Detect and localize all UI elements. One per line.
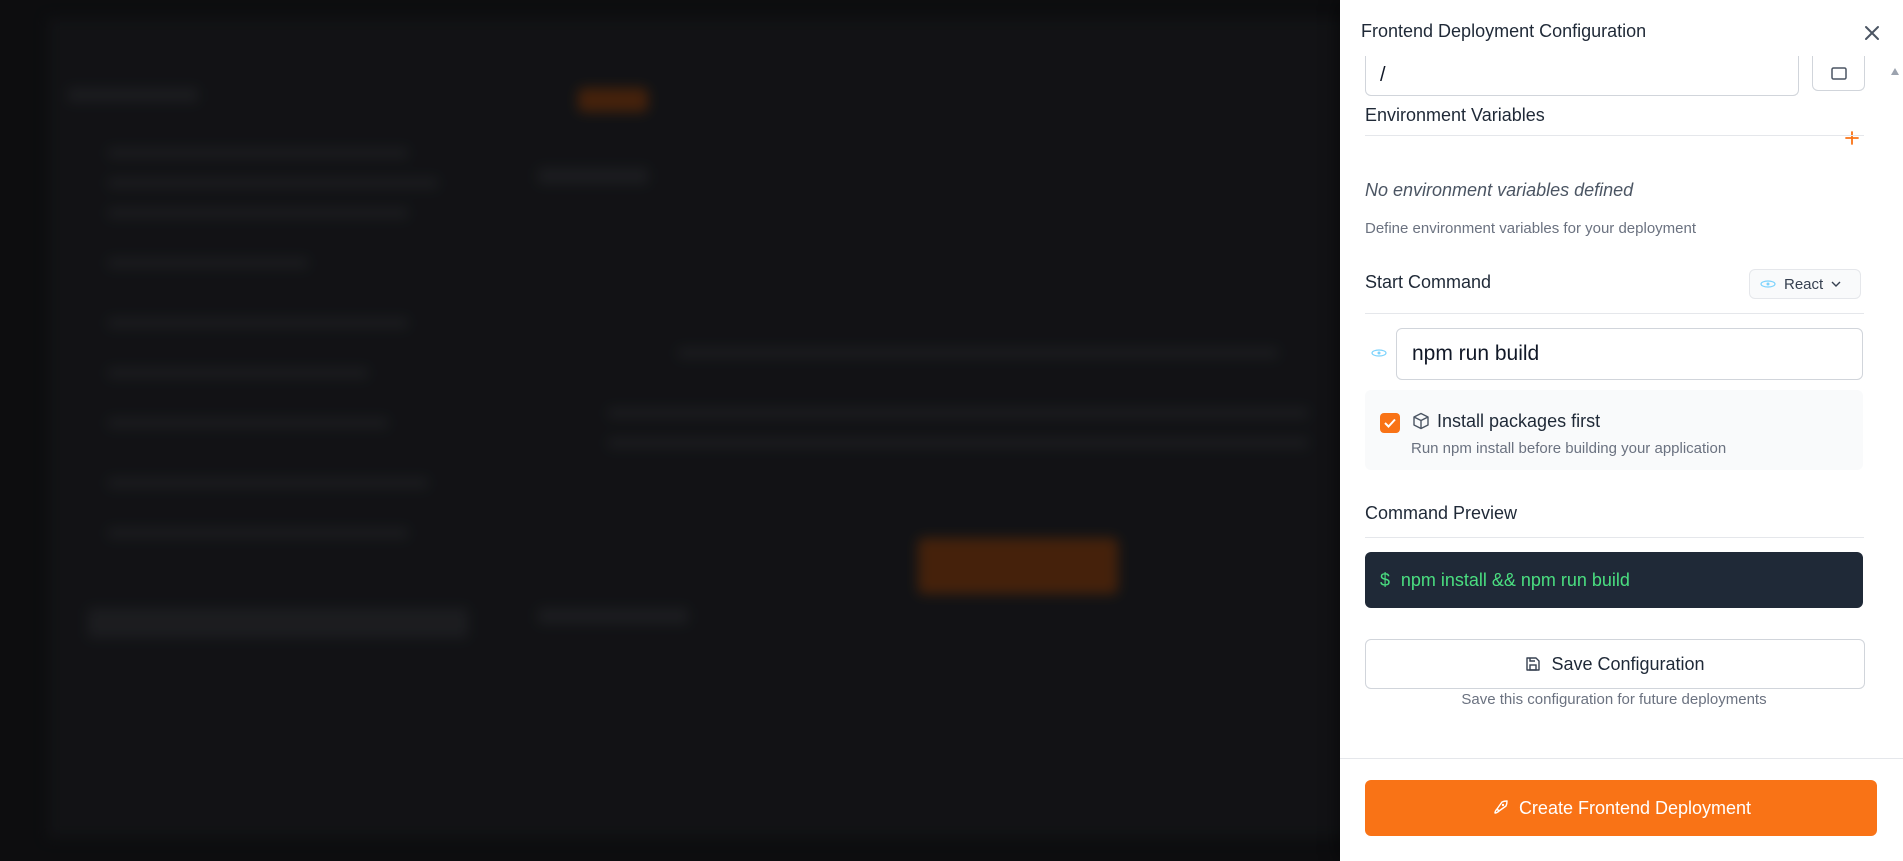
drawer-scrollbar[interactable] [1889, 62, 1899, 762]
install-packages-checkbox[interactable] [1380, 413, 1400, 433]
save-configuration-help: Save this configuration for future deplo… [1461, 691, 1767, 708]
command-preview-box: $ npm install && npm run build [1365, 552, 1863, 608]
drawer-footer: Create Frontend Deployment [1340, 758, 1903, 861]
save-configuration-button[interactable]: Save Configuration [1365, 639, 1865, 689]
package-icon [1413, 412, 1429, 430]
drawer-scroll-area[interactable]: Environment Variables No environment var… [1340, 56, 1903, 756]
close-icon [1865, 26, 1879, 40]
react-icon [1760, 280, 1776, 288]
install-packages-option: Install packages first Run npm install b… [1365, 390, 1863, 470]
command-preview-prompt: $ [1380, 569, 1391, 590]
command-preview-text: npm install && npm run build [1400, 569, 1630, 590]
env-help-text: Define environment variables for your de… [1365, 220, 1697, 237]
install-packages-label: Install packages first [1437, 411, 1601, 431]
framework-select-value: React [1784, 275, 1824, 293]
check-icon [1384, 418, 1396, 428]
chevron-down-icon [1831, 281, 1841, 287]
start-command-input[interactable] [1396, 328, 1863, 380]
scroll-up-arrow[interactable] [1891, 68, 1899, 75]
start-command-title: Start Command [1365, 272, 1492, 292]
framework-select[interactable]: React [1749, 269, 1861, 299]
browse-folder-button[interactable] [1812, 56, 1865, 91]
save-configuration-label: Save Configuration [1551, 653, 1705, 674]
react-icon [1371, 349, 1387, 357]
plus-icon [1845, 131, 1859, 145]
divider [1365, 135, 1864, 136]
divider [1365, 537, 1864, 538]
create-frontend-deployment-label: Create Frontend Deployment [1518, 797, 1752, 818]
add-env-var-button[interactable] [1842, 128, 1862, 148]
root-path-input[interactable] [1365, 56, 1799, 96]
drawer-title: Frontend Deployment Configuration [1361, 21, 1647, 41]
save-icon [1526, 657, 1541, 671]
command-preview-title: Command Preview [1365, 503, 1518, 523]
close-button[interactable] [1859, 20, 1885, 46]
modal-overlay[interactable] [0, 0, 1340, 860]
env-section-title: Environment Variables [1365, 105, 1545, 125]
deployment-config-drawer: Frontend Deployment Configuration Enviro… [1340, 0, 1903, 861]
folder-icon [1830, 67, 1847, 80]
env-empty-text: No environment variables defined [1365, 180, 1634, 200]
install-packages-help: Run npm install before building your app… [1411, 440, 1727, 457]
create-frontend-deployment-button[interactable]: Create Frontend Deployment [1365, 780, 1877, 836]
divider [1365, 313, 1864, 314]
rocket-icon [1494, 800, 1508, 814]
